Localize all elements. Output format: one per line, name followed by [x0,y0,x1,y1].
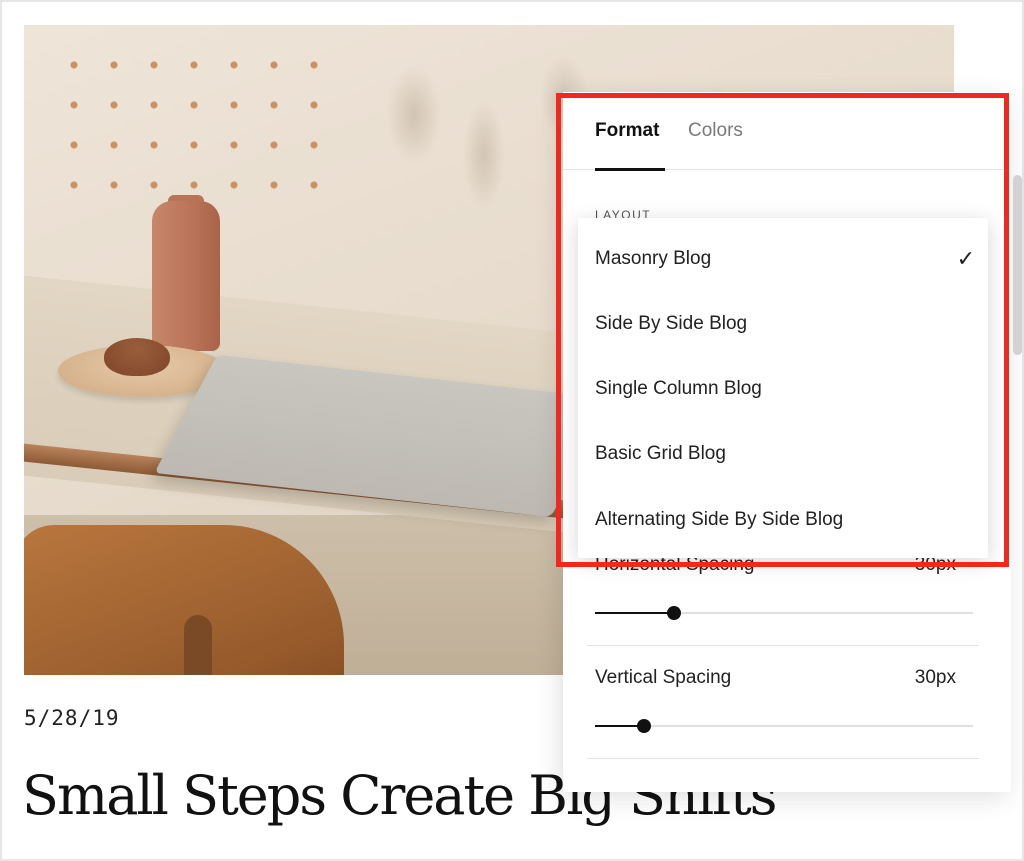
horizontal-spacing-knob[interactable] [667,606,682,620]
panel-scrollbar[interactable] [1013,175,1022,355]
bowl [104,338,170,376]
divider [587,758,979,759]
vertical-spacing-knob[interactable] [637,719,652,733]
post-date: 5/28/19 [24,706,120,730]
vertical-spacing-value: 30px [914,667,956,688]
divider [587,645,979,646]
vase [152,201,220,351]
dried-flowers [54,35,334,210]
horizontal-spacing-slider[interactable] [595,606,973,620]
chair-hole [184,615,212,675]
vertical-spacing-label: Vertical Spacing [595,667,732,688]
horizontal-spacing-fill [595,612,675,614]
vertical-spacing-slider[interactable] [595,719,973,733]
highlight-box [556,93,1009,567]
